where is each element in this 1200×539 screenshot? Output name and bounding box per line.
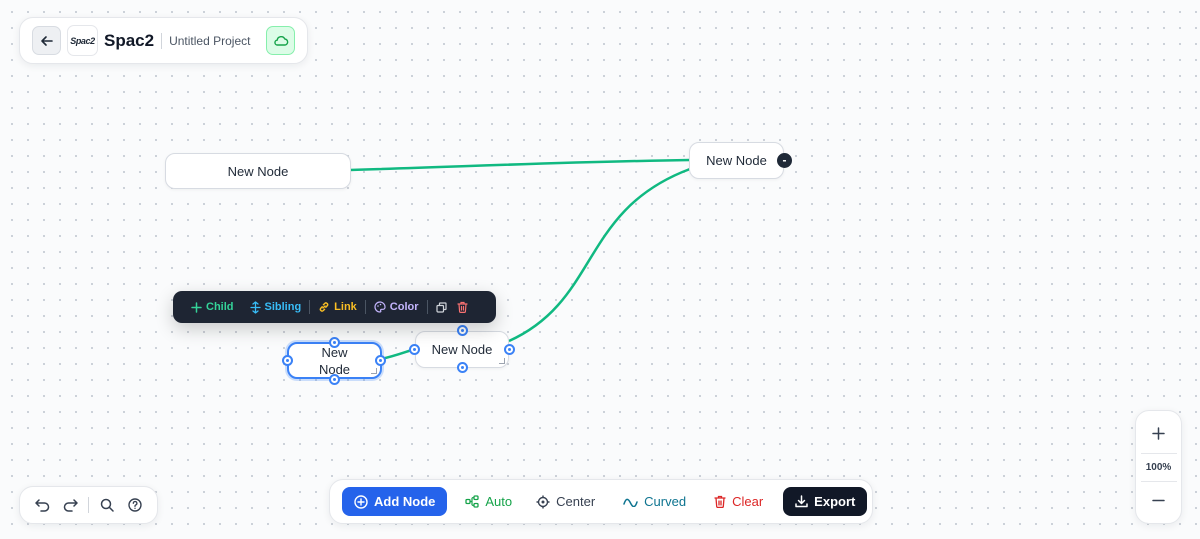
divider	[88, 497, 89, 513]
zoom-in-button[interactable]	[1144, 419, 1173, 448]
redo-button[interactable]	[56, 491, 84, 519]
add-sibling-button[interactable]: Sibling	[242, 300, 310, 314]
add-node-label: Add Node	[374, 494, 436, 509]
help-button[interactable]	[121, 491, 149, 519]
plus-circle-icon	[354, 494, 368, 509]
connection-handle[interactable]	[375, 355, 386, 366]
connection-handle[interactable]	[329, 337, 340, 348]
auto-layout-button[interactable]: Auto	[453, 487, 524, 516]
trash-icon	[456, 301, 468, 313]
link-button[interactable]: Link	[310, 301, 365, 313]
project-header: Spac2 Spac2 Untitled Project	[19, 17, 308, 64]
plus-icon	[191, 301, 202, 313]
wave-icon	[623, 498, 638, 507]
search-icon	[100, 498, 114, 512]
node-label: New Node	[431, 342, 493, 357]
back-button[interactable]	[32, 26, 61, 55]
delete-node-button[interactable]	[455, 301, 476, 313]
zoom-controls: 100%	[1135, 410, 1182, 524]
layout-tree-icon	[465, 495, 480, 508]
crosshair-icon	[536, 495, 550, 508]
mindmap-node[interactable]: New Node	[165, 153, 351, 189]
redo-icon	[63, 498, 78, 512]
resize-handle[interactable]	[499, 358, 505, 364]
cloud-icon	[273, 35, 288, 46]
connection-handle[interactable]	[504, 344, 515, 355]
connection-handle[interactable]	[457, 362, 468, 373]
plus-icon	[1152, 427, 1165, 440]
connection-handle[interactable]	[457, 325, 468, 336]
app-logo: Spac2	[67, 25, 98, 56]
link-label: Link	[334, 301, 357, 313]
add-child-label: Child	[206, 301, 234, 313]
clear-button[interactable]: Clear	[702, 487, 775, 516]
search-button[interactable]	[93, 491, 121, 519]
app-name: Spac2	[104, 30, 155, 50]
edge[interactable]	[508, 167, 691, 343]
connection-handle[interactable]	[329, 374, 340, 385]
copy-icon	[435, 301, 447, 313]
connection-handle[interactable]	[282, 355, 293, 366]
mindmap-node[interactable]: New Node	[689, 142, 784, 179]
node-label: New Node	[227, 163, 289, 179]
resize-handle[interactable]	[371, 368, 377, 374]
add-sibling-label: Sibling	[264, 301, 302, 313]
export-button[interactable]: Export	[783, 487, 868, 516]
add-node-button[interactable]: Add Node	[342, 487, 448, 516]
history-toolbar	[19, 486, 158, 524]
help-icon	[128, 498, 142, 512]
node-context-toolbar: Child Sibling Link Color	[173, 291, 496, 323]
divider	[161, 32, 163, 49]
edge[interactable]	[349, 158, 691, 172]
auto-layout-label: Auto	[485, 494, 513, 509]
duplicate-button[interactable]	[428, 301, 455, 313]
connection-handle[interactable]	[409, 344, 420, 355]
node-label: New Node	[318, 344, 351, 377]
main-toolbar: Add Node Auto Center Curved Clear Export	[329, 479, 873, 524]
arrow-left-icon	[40, 35, 53, 46]
center-button[interactable]: Center	[524, 487, 607, 516]
undo-button[interactable]	[28, 491, 56, 519]
clear-label: Clear	[732, 494, 764, 509]
undo-icon	[34, 498, 49, 512]
color-button[interactable]: Color	[366, 301, 427, 313]
minus-icon	[1152, 499, 1165, 502]
center-label: Center	[556, 494, 596, 509]
zoom-out-button[interactable]	[1144, 486, 1173, 515]
project-name[interactable]: Untitled Project	[169, 34, 250, 48]
curved-edges-button[interactable]: Curved	[611, 487, 698, 516]
color-label: Color	[389, 301, 419, 313]
edge-layer	[349, 158, 691, 361]
collapse-button[interactable]: -	[777, 153, 792, 168]
node-label: New Node	[706, 153, 767, 168]
cloud-sync-button[interactable]	[266, 26, 295, 55]
palette-icon	[374, 301, 386, 313]
link-icon	[319, 302, 329, 312]
add-child-button[interactable]: Child	[183, 301, 242, 313]
zoom-level: 100%	[1140, 452, 1177, 482]
export-label: Export	[814, 494, 856, 509]
download-icon	[795, 495, 808, 508]
trash-icon	[714, 495, 726, 508]
sibling-icon	[249, 300, 261, 314]
curved-edges-label: Curved	[644, 494, 687, 509]
